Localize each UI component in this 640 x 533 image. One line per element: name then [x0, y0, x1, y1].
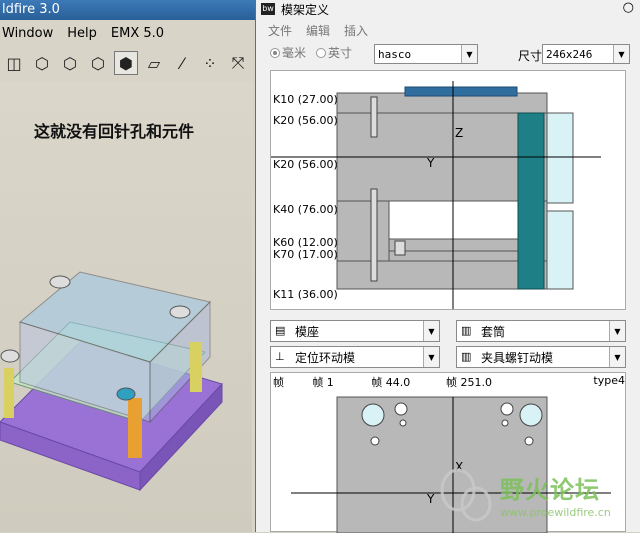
y-axis-label: Y: [426, 156, 435, 170]
menu-file[interactable]: 文件: [268, 22, 292, 40]
chevron-down-icon: ▼: [613, 45, 629, 63]
watermark-url: www.proewildfire.cn: [500, 506, 611, 519]
chevron-down-icon: ▼: [423, 347, 439, 367]
close-icon[interactable]: ○: [623, 0, 634, 15]
menu-edit[interactable]: 编辑: [306, 22, 330, 40]
watermark-text: 野火论坛: [500, 475, 600, 504]
base-dropdown[interactable]: ▤ 模座 ▼: [270, 320, 440, 342]
menu-emx[interactable]: EMX 5.0: [111, 23, 164, 45]
no-hidden-icon[interactable]: ⬡: [86, 51, 110, 75]
app-menu-bar: Window Help EMX 5.0: [0, 23, 164, 45]
chevron-down-icon: ▼: [461, 45, 477, 63]
datum-plane-icon[interactable]: ▱: [142, 51, 166, 75]
base-icon: ▤: [275, 324, 286, 337]
catalog-select[interactable]: hasco ▼: [374, 44, 478, 64]
watermark: 野火论坛 www.proewildfire.cn: [436, 462, 640, 532]
app-title-bar: ldfire 3.0: [0, 0, 255, 20]
unit-inch-radio[interactable]: 英寸: [316, 44, 352, 61]
sleeve-dropdown[interactable]: ▥ 套筒 ▼: [456, 320, 626, 342]
size-select[interactable]: 246x246 ▼: [542, 44, 630, 64]
hidden-line-icon[interactable]: ⬡: [58, 51, 82, 75]
app-logo-icon: bw: [261, 3, 275, 15]
mold-base-dialog: bw 模架定义 ○ 文件 编辑 插入 毫米 英寸 hasco ▼ 尺寸 246x2…: [255, 0, 640, 533]
chevron-down-icon: ▼: [423, 321, 439, 341]
clamp-screw-dropdown[interactable]: ▥ 夹具螺钉动模 ▼: [456, 346, 626, 368]
dialog-title-bar: bw 模架定义: [256, 0, 640, 18]
datum-point-icon[interactable]: ⁘: [198, 51, 222, 75]
y-axis-label: Y: [426, 492, 435, 506]
model-viewport[interactable]: 这就没有回针孔和元件: [0, 82, 252, 532]
mold-section-diagram[interactable]: K10 (27.00) K20 (56.00) K20 (56.00) K40 …: [270, 70, 626, 310]
shaded-icon[interactable]: ⬢: [114, 51, 138, 75]
butterfly-logo-icon: [440, 468, 492, 522]
chevron-down-icon: ▼: [609, 321, 625, 341]
menu-insert[interactable]: 插入: [344, 22, 368, 40]
mold-model-image: [0, 271, 223, 492]
datum-axis-icon[interactable]: ⁄: [170, 51, 194, 75]
unit-selector: 毫米 英寸: [270, 44, 352, 61]
locating-ring-dropdown[interactable]: ⊥ 定位环动模 ▼: [270, 346, 440, 368]
sleeve-icon: ▥: [461, 324, 472, 337]
model-annotation: 这就没有回针孔和元件: [34, 122, 195, 141]
dialog-title: 模架定义: [281, 2, 330, 17]
wireframe-icon[interactable]: ⬡: [30, 51, 54, 75]
menu-help[interactable]: Help: [67, 23, 97, 45]
dialog-menu-bar: 文件 编辑 插入: [256, 22, 368, 40]
section-drawing: Z Y: [271, 81, 601, 309]
chevron-down-icon: ▼: [609, 347, 625, 367]
coord-sys-icon[interactable]: ⤧: [226, 51, 250, 75]
locating-ring-icon: ⊥: [275, 350, 285, 363]
app-toolbar: ◫ ⬡ ⬡ ⬡ ⬢ ▱ ⁄ ⁘ ⤧: [0, 48, 255, 78]
size-label: 尺寸: [518, 49, 543, 63]
menu-window[interactable]: Window: [2, 23, 53, 45]
clamp-screw-icon: ▥: [461, 350, 472, 363]
view-icon[interactable]: ◫: [2, 51, 26, 75]
z-axis-label: Z: [455, 126, 463, 140]
background-app: ldfire 3.0 Window Help EMX 5.0 ◫ ⬡ ⬡ ⬡ ⬢…: [0, 0, 255, 532]
unit-mm-radio[interactable]: 毫米: [270, 44, 306, 61]
